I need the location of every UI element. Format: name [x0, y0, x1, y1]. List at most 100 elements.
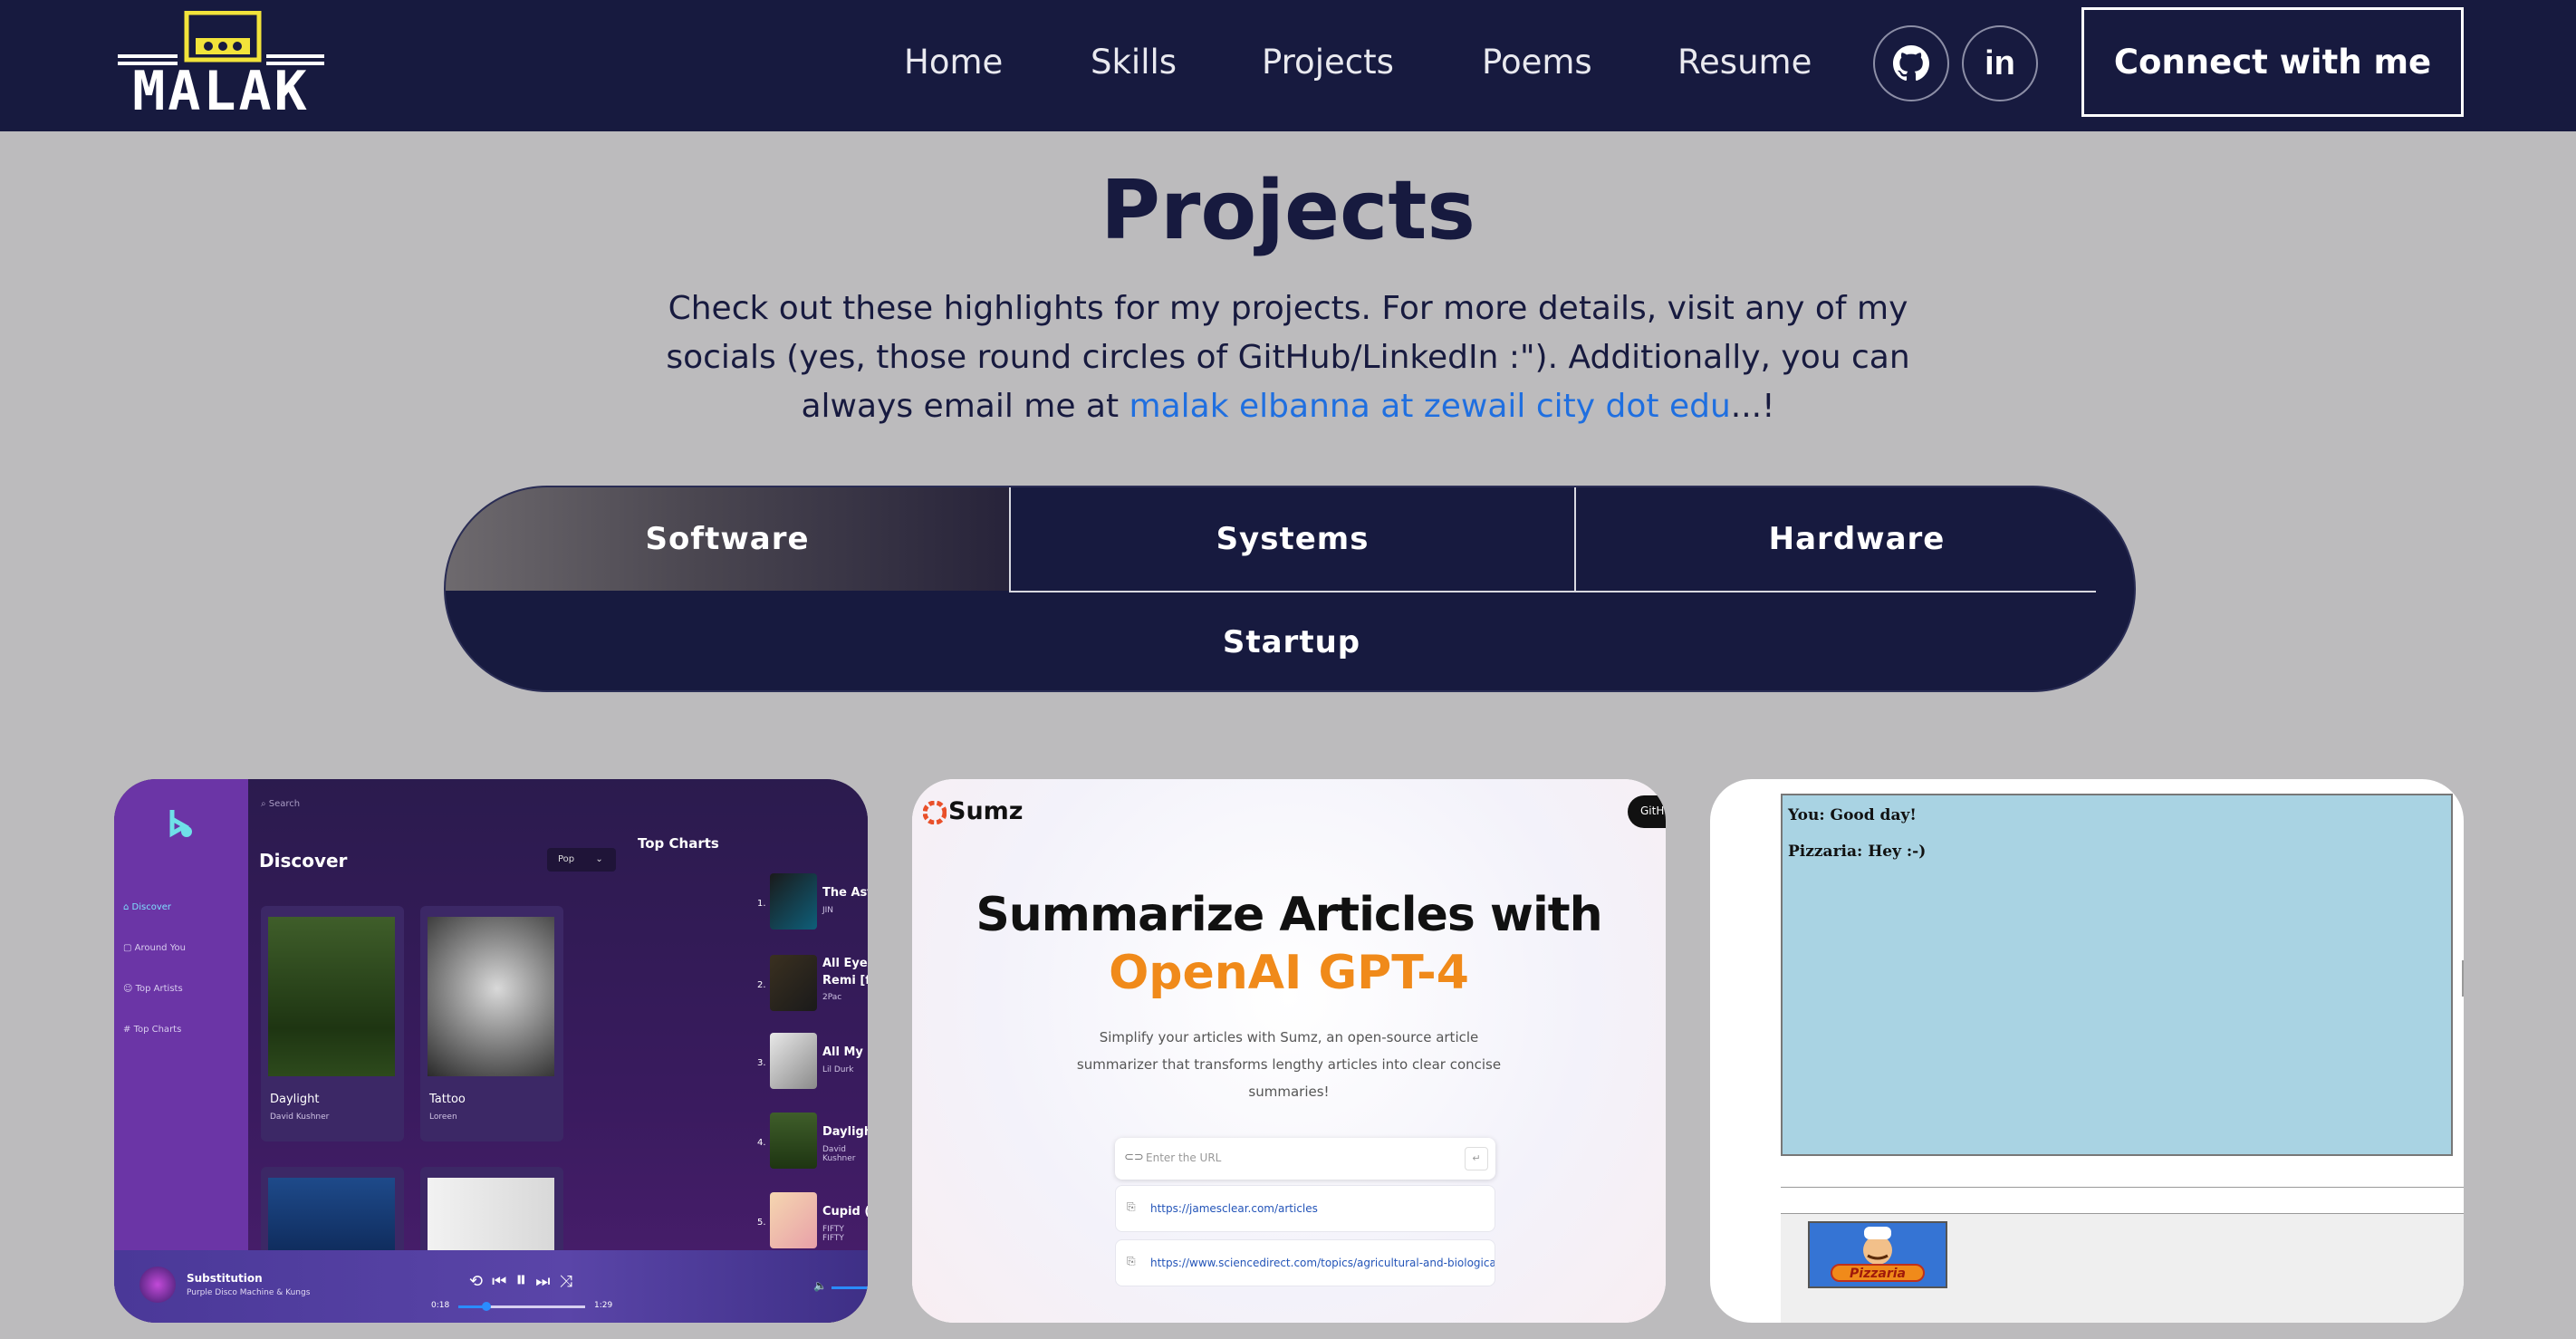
history-url: https://www.sciencedirect.com/topics/agr…	[1150, 1257, 1495, 1269]
navbar: MALAK Home Skills Projects Poems Resume …	[0, 0, 2576, 131]
chart-rank: 5.	[757, 1218, 766, 1228]
music-logo-icon	[169, 810, 192, 838]
discover-title: Discover	[259, 850, 348, 872]
sidebar-item-label: Top Charts	[133, 1025, 182, 1035]
chart-artist: Lil Durk	[822, 1065, 854, 1074]
sidebar-item-label: Discover	[131, 902, 172, 912]
nav-poems[interactable]: Poems	[1482, 40, 1592, 85]
chart-artist: JIN	[822, 906, 834, 915]
nav-resume[interactable]: Resume	[1677, 40, 1812, 85]
genre-select[interactable]: Pop ⌄	[547, 848, 616, 872]
copy-icon[interactable]: ⎘	[1127, 1255, 1136, 1268]
chart-artist: FIFTY FIFTY	[822, 1225, 844, 1243]
chart-title[interactable]: All Eyez On Me (Dj Belite Remi [feat. Bi…	[822, 955, 868, 989]
nav-skills[interactable]: Skills	[1091, 40, 1177, 85]
url-placeholder: Enter the URL	[1146, 1151, 1222, 1164]
chart-title[interactable]: The Astronaut	[822, 884, 868, 901]
chat-input[interactable]	[1781, 1187, 2464, 1214]
song-tile[interactable]	[420, 1167, 563, 1257]
tab-systems[interactable]: Systems	[1011, 487, 1574, 591]
chart-title[interactable]: Daylight	[822, 1123, 868, 1141]
next-icon[interactable]: ⏭	[535, 1272, 559, 1291]
music-sidebar: ⌂ Discover ▢ Around You ☺ Top Artists # …	[114, 779, 248, 1323]
email-link[interactable]: malak elbanna at zewail city dot edu	[1129, 388, 1731, 425]
project-card-pizzaria[interactable]: You: Good day! Pizzaria: Hey :-) Pizzari…	[1710, 779, 2464, 1323]
album-art	[428, 917, 554, 1076]
song-title: Daylight	[270, 1093, 320, 1106]
volume-icon[interactable]: 🔈	[813, 1279, 827, 1292]
intro-text: Check out these highlights for my projec…	[634, 284, 1942, 431]
sidebar-item-label: Around You	[134, 943, 186, 953]
url-input[interactable]: ⊂⊃ Enter the URL ↵	[1115, 1138, 1495, 1180]
connect-button[interactable]: Connect with me	[2081, 7, 2464, 117]
pizzaria-logo-text: Pizzaria	[1850, 1267, 1906, 1281]
tab-software[interactable]: Software	[446, 487, 1009, 591]
music-main: ⌕ Search Discover Pop ⌄ Daylight David K…	[248, 779, 868, 1323]
sidebar-item-discover[interactable]: ⌂ Discover	[123, 902, 171, 912]
chart-thumb	[770, 1033, 817, 1089]
chart-rank: 1.	[757, 899, 766, 909]
shuffle-icon[interactable]: ⤨	[560, 1272, 582, 1291]
tab-startup[interactable]: Startup	[446, 591, 2134, 690]
chart-thumb	[770, 1113, 817, 1169]
album-art	[428, 1178, 554, 1257]
chart-rank: 4.	[757, 1138, 766, 1148]
song-tile[interactable]	[261, 1167, 404, 1257]
song-artist: Loreen	[429, 1113, 457, 1122]
player-artist: Purple Disco Machine & Kungs	[187, 1288, 311, 1297]
history-item[interactable]: ⎘ https://jamesclear.com/articles	[1115, 1185, 1495, 1232]
sumz-logo: Sumz	[948, 797, 1024, 825]
music-search-placeholder: Search	[268, 799, 301, 809]
submit-icon[interactable]: ↵	[1465, 1147, 1488, 1170]
song-tile[interactable]: Daylight David Kushner	[261, 906, 404, 1142]
chart-thumb	[770, 873, 817, 930]
player-album-art	[139, 1267, 176, 1303]
music-search[interactable]: ⌕ Search	[261, 799, 300, 809]
github-button[interactable]	[1873, 25, 1949, 101]
chart-thumb	[770, 1192, 817, 1248]
chart-thumb	[770, 955, 817, 1011]
brand-logo[interactable]: MALAK	[112, 11, 330, 123]
song-artist: David Kushner	[270, 1113, 330, 1122]
linkedin-button[interactable]: in	[1962, 25, 2038, 101]
copy-icon[interactable]: ⎘	[1127, 1200, 1136, 1214]
sidebar-item-top-charts[interactable]: # Top Charts	[123, 1025, 181, 1035]
nav-home[interactable]: Home	[904, 40, 1003, 85]
genre-value: Pop	[558, 854, 575, 864]
project-card-music-app[interactable]: ⌂ Discover ▢ Around You ☺ Top Artists # …	[114, 779, 868, 1323]
pizzaria-logo: Pizzaria	[1808, 1221, 1947, 1288]
chat-message: Pizzaria: Hey :-)	[1788, 843, 1927, 861]
tab-hardware[interactable]: Hardware	[1576, 487, 2134, 591]
song-tile[interactable]: Tattoo Loreen	[420, 906, 563, 1142]
song-title: Tattoo	[429, 1093, 466, 1106]
chart-artist: David Kushner	[822, 1145, 856, 1163]
sumz-description: Simplify your articles with Sumz, an ope…	[1076, 1029, 1502, 1100]
project-card-sumz[interactable]: Sumz GitHu Summarize Articles with OpenA…	[912, 779, 1666, 1323]
chart-rank: 3.	[757, 1058, 766, 1068]
album-art	[268, 917, 395, 1076]
repeat-icon[interactable]: ⟲	[469, 1272, 492, 1291]
top-charts-title: Top Charts	[638, 835, 719, 852]
chat-window: You: Good day! Pizzaria: Hey :-)	[1781, 794, 2453, 1156]
brand-name: MALAK	[132, 60, 310, 123]
github-icon	[1893, 45, 1929, 82]
volume-slider[interactable]	[831, 1286, 868, 1289]
music-player: Substitution Purple Disco Machine & Kung…	[114, 1250, 868, 1323]
player-song: Substitution	[187, 1272, 263, 1285]
pause-icon[interactable]: ⏸	[515, 1267, 535, 1292]
player-progress-handle[interactable]	[482, 1302, 491, 1311]
history-item[interactable]: ⎘ https://www.sciencedirect.com/topics/a…	[1115, 1239, 1495, 1286]
sidebar-item-around-you[interactable]: ▢ Around You	[123, 943, 186, 953]
player-total: 1:29	[594, 1301, 613, 1310]
player-controls[interactable]: ⟲⏮⏸⏭⤨	[469, 1267, 582, 1292]
chart-title[interactable]: All My Life (feat. J. Cole)	[822, 1044, 868, 1061]
history-url: https://jamesclear.com/articles	[1150, 1202, 1318, 1215]
previous-icon[interactable]: ⏮	[492, 1272, 515, 1291]
nav-projects[interactable]: Projects	[1262, 40, 1394, 85]
player-progress[interactable]	[458, 1302, 585, 1311]
scroll-arrow[interactable]	[2455, 960, 2464, 997]
chart-title[interactable]: Cupid (Twin Ver.)	[822, 1203, 868, 1220]
chat-message: You: Good day!	[1788, 806, 1917, 824]
github-button[interactable]: GitHu	[1628, 795, 1666, 828]
sidebar-item-top-artists[interactable]: ☺ Top Artists	[123, 984, 183, 994]
